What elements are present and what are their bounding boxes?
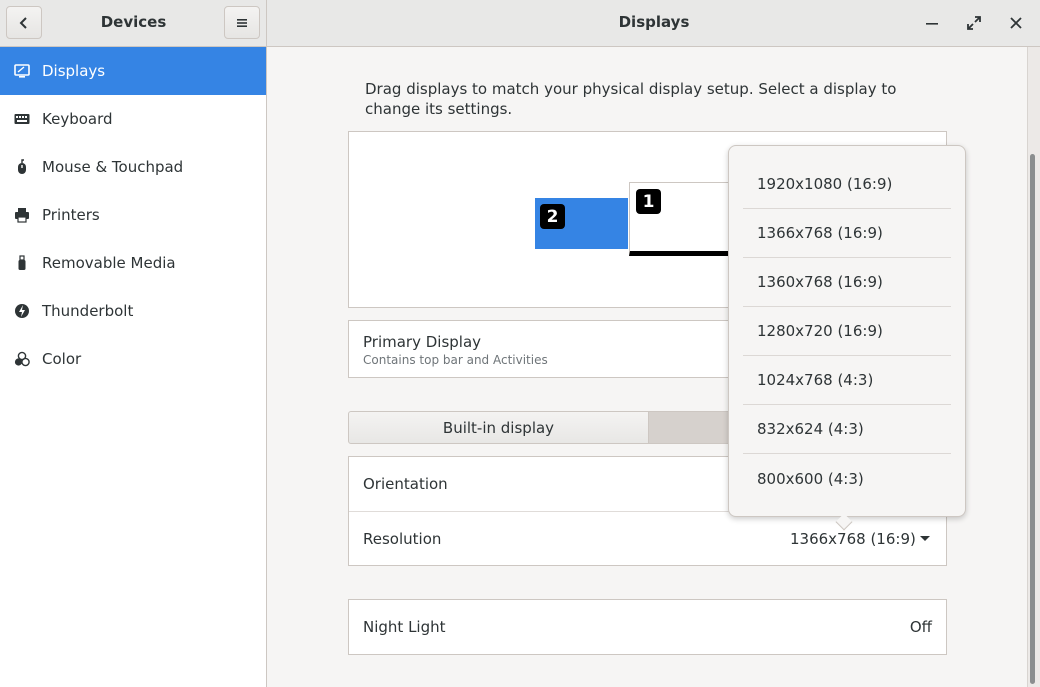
orientation-label: Orientation — [363, 475, 448, 493]
resolution-option-label: 1920x1080 (16:9) — [757, 175, 893, 193]
sidebar-item-displays[interactable]: Displays — [0, 47, 266, 95]
sidebar-item-color[interactable]: Color — [0, 335, 266, 383]
maximize-icon — [967, 16, 981, 30]
maximize-button[interactable] — [962, 11, 986, 35]
resolution-option[interactable]: 1280x720 (16:9) — [743, 307, 951, 356]
sidebar-item-keyboard[interactable]: Keyboard — [0, 95, 266, 143]
resolution-option-label: 1360x768 (16:9) — [757, 273, 883, 291]
resolution-option[interactable]: 1360x768 (16:9) — [743, 258, 951, 307]
resolution-option-label: 832x624 (4:3) — [757, 420, 864, 438]
resolution-option[interactable]: 832x624 (4:3) — [743, 405, 951, 454]
scrollbar-thumb[interactable] — [1030, 154, 1035, 684]
resolution-label: Resolution — [363, 530, 442, 548]
monitor-1[interactable]: 1 — [629, 182, 729, 256]
close-button[interactable] — [1004, 11, 1028, 35]
resolution-value[interactable]: 1366x768 (16:9) — [790, 530, 916, 548]
chevron-down-icon[interactable] — [920, 536, 930, 541]
resolution-option[interactable]: 1024x768 (4:3) — [743, 356, 951, 405]
sidebar-item-mouse-touchpad[interactable]: Mouse & Touchpad — [0, 143, 266, 191]
hamburger-menu-icon — [237, 18, 247, 27]
monitor-number-badge: 2 — [540, 204, 565, 229]
minimize-icon — [926, 23, 938, 25]
sidebar-item-removable-media[interactable]: Removable Media — [0, 239, 266, 287]
close-icon — [1010, 17, 1022, 29]
sidebar-item-label: Keyboard — [42, 110, 113, 128]
header-bar: Devices Displays — [0, 0, 1040, 47]
display-icon — [14, 64, 30, 78]
sidebar-item-thunderbolt[interactable]: Thunderbolt — [0, 287, 266, 335]
resolution-row[interactable]: Resolution 1366x768 (16:9) — [349, 512, 946, 566]
monitor-2[interactable]: 2 — [535, 198, 628, 249]
resolution-option[interactable]: 1920x1080 (16:9) — [743, 160, 951, 209]
sidebar-item-label: Removable Media — [42, 254, 176, 272]
sidebar-item-label: Printers — [42, 206, 100, 224]
minimize-button[interactable] — [920, 11, 944, 35]
resolution-popover: 1920x1080 (16:9) 1366x768 (16:9) 1360x76… — [728, 145, 966, 531]
primary-display-title: Primary Display — [363, 333, 482, 351]
resolution-option-label: 1024x768 (4:3) — [757, 371, 874, 389]
night-light-label: Night Light — [363, 618, 446, 636]
primary-display-subtitle: Contains top bar and Activities — [363, 353, 548, 367]
night-light-status: Off — [909, 618, 932, 636]
sidebar-item-label: Displays — [42, 62, 106, 80]
printer-icon — [15, 208, 29, 223]
thunderbolt-icon — [15, 304, 29, 318]
resolution-option[interactable]: 800x600 (4:3) — [743, 454, 951, 503]
usb-icon — [18, 255, 26, 270]
resolution-option-label: 1366x768 (16:9) — [757, 224, 883, 242]
sidebar-item-label: Mouse & Touchpad — [42, 158, 184, 176]
monitor-number-badge: 1 — [636, 189, 661, 214]
resolution-option-label: 1280x720 (16:9) — [757, 322, 883, 340]
night-light-row[interactable]: Night Light Off — [348, 599, 947, 655]
sidebar-item-label: Color — [42, 350, 82, 368]
sidebar: Displays Keyboard Mouse & Touchpad Print… — [0, 47, 267, 687]
sidebar-item-label: Thunderbolt — [42, 302, 134, 320]
resolution-option[interactable]: 1366x768 (16:9) — [743, 209, 951, 258]
sidebar-header: Devices — [0, 0, 267, 46]
keyboard-icon — [14, 114, 30, 124]
menu-button[interactable] — [224, 6, 260, 39]
mouse-icon — [18, 159, 26, 174]
arrangement-description: Drag displays to match your physical dis… — [365, 80, 897, 118]
color-icon — [14, 351, 30, 367]
sidebar-item-printers[interactable]: Printers — [0, 191, 266, 239]
resolution-option-label: 800x600 (4:3) — [757, 469, 864, 488]
tab-built-in-display[interactable]: Built-in display — [349, 412, 649, 443]
